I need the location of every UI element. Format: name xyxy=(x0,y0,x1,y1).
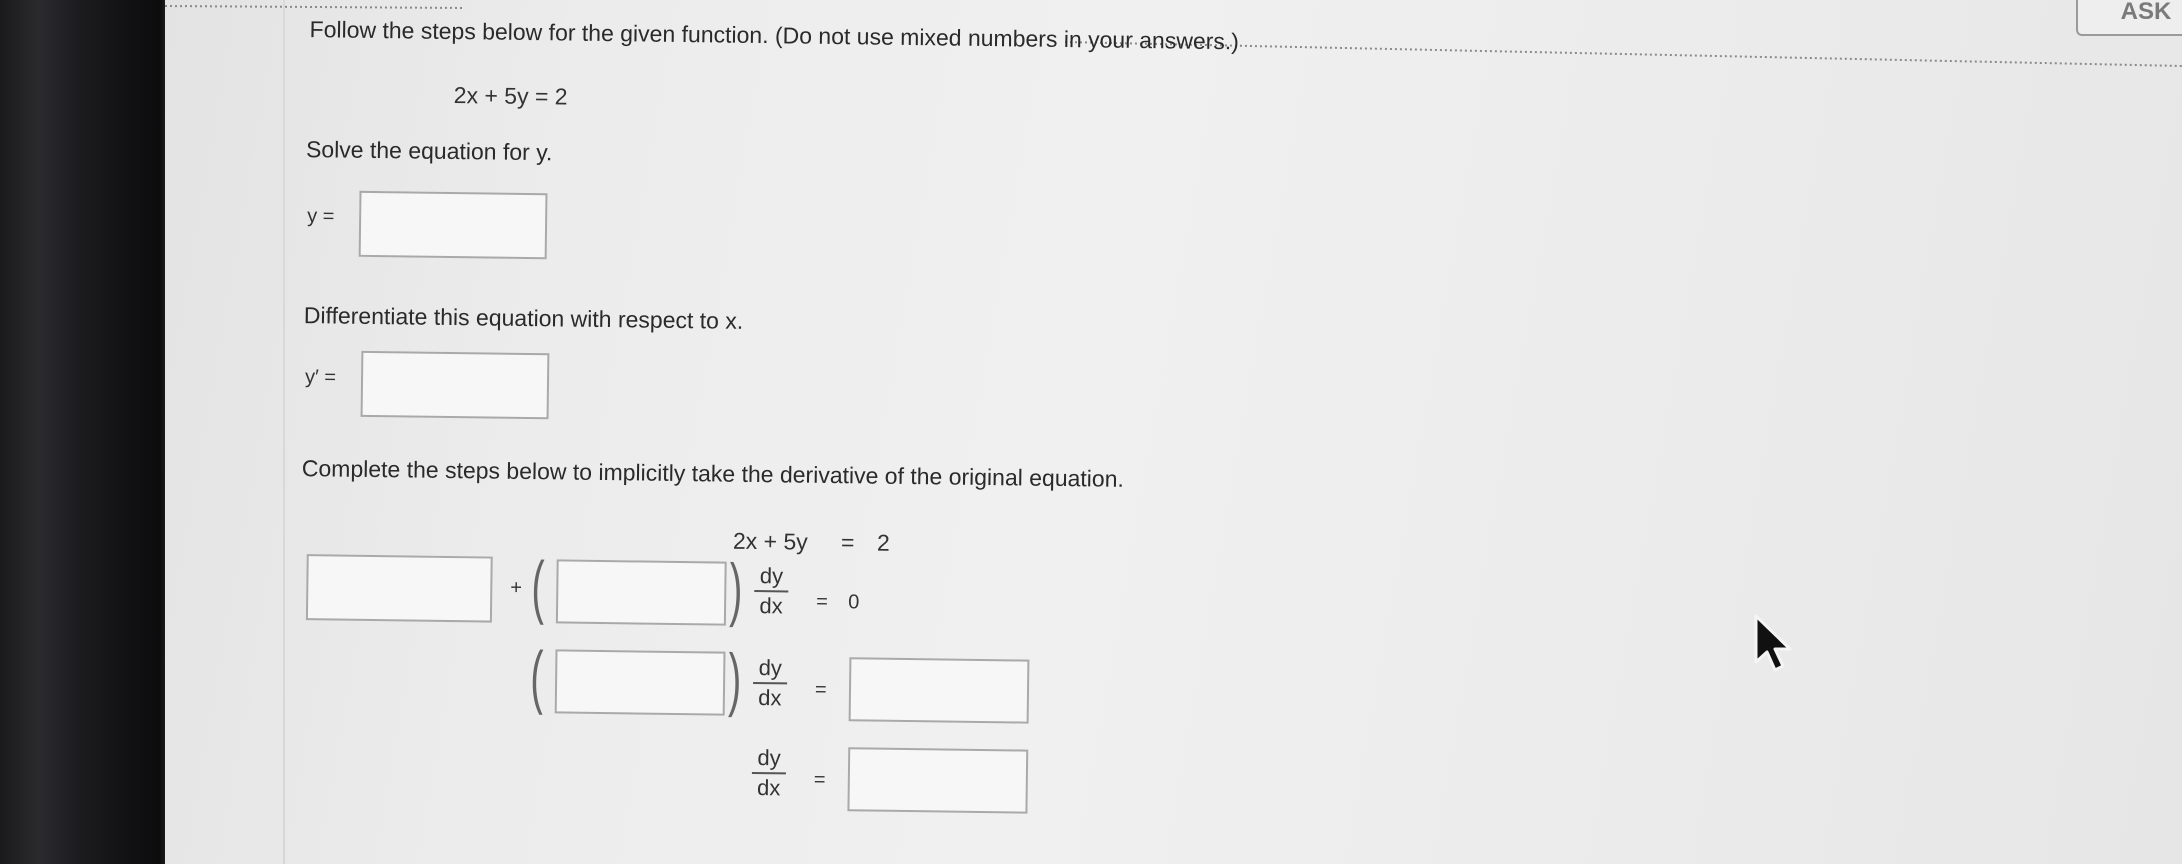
step2-prompt: Differentiate this equation with respect… xyxy=(303,302,744,334)
dy-coefficient-input-1[interactable] xyxy=(555,559,727,626)
fraction-bar xyxy=(754,590,789,593)
mouse-pointer-icon xyxy=(1754,614,1792,672)
implicit-eq-lhs: 2x + 5y xyxy=(732,527,808,555)
dy-label: dy xyxy=(759,563,784,589)
fraction-bar xyxy=(751,772,786,775)
problem-content: Follow the steps below for the given fun… xyxy=(289,0,1800,864)
dy-coefficient-input-2[interactable] xyxy=(554,649,726,716)
open-paren: ( xyxy=(529,637,544,716)
step3-prompt: Complete the steps below to implicitly t… xyxy=(301,455,1125,492)
step1-label: y = xyxy=(307,205,335,228)
rhs-answer-input[interactable] xyxy=(848,657,1030,724)
step2-label: y′ = xyxy=(304,366,337,389)
dy-label: dy xyxy=(757,745,781,771)
dy-label: dy xyxy=(758,655,783,681)
implicit-eq-rhs: 2 xyxy=(876,529,890,556)
dx-label: dx xyxy=(758,685,782,711)
equals-sign-2: = xyxy=(814,678,827,701)
implicit-eq-sign: = xyxy=(840,529,855,556)
y-prime-answer-input[interactable] xyxy=(360,350,550,420)
page-divider xyxy=(283,0,285,864)
dy-dx-fraction-1: dy dx xyxy=(754,563,789,619)
dy-dx-fraction-2: dy dx xyxy=(753,655,788,711)
equals-sign-3: = xyxy=(813,768,826,791)
zero-value: 0 xyxy=(848,591,860,614)
equals-sign-1: = xyxy=(816,590,828,613)
d-dx-2x-input[interactable] xyxy=(305,554,493,623)
y-answer-input[interactable] xyxy=(358,190,548,260)
instruction-text: Follow the steps below for the given fun… xyxy=(309,16,1240,55)
plus-sign: + xyxy=(510,576,523,599)
close-paren: ) xyxy=(727,639,742,718)
dx-label: dx xyxy=(756,775,781,801)
dx-label: dx xyxy=(759,593,783,619)
dy-dx-fraction-3: dy dx xyxy=(751,745,787,801)
screen: ASK Follow the steps below for the given… xyxy=(0,0,2182,864)
step1-prompt: Solve the equation for y. xyxy=(305,136,553,166)
close-paren: ) xyxy=(729,549,743,628)
open-paren: ( xyxy=(531,547,545,626)
dy-dx-answer-input[interactable] xyxy=(847,747,1029,814)
ask-button[interactable]: ASK xyxy=(2076,0,2182,36)
given-equation: 2x + 5y = 2 xyxy=(453,82,568,110)
